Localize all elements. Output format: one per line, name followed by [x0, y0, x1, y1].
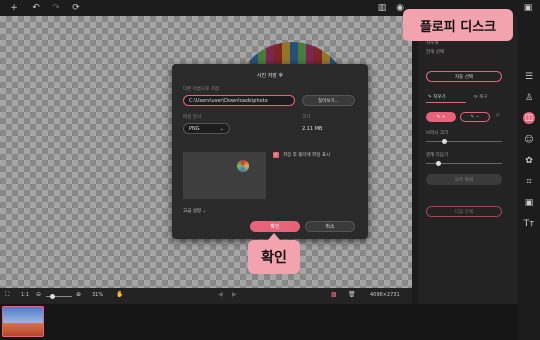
- open-folder-label: 저장 후 폴더에 파일 표시: [283, 153, 331, 158]
- chevron-down-icon: ⌄: [219, 125, 224, 132]
- trash-icon[interactable]: 🗑: [348, 291, 356, 298]
- dimensions: 4096×2731: [370, 292, 400, 298]
- eraser-icon[interactable]: ◇: [496, 113, 499, 118]
- right-bottom-bar: [418, 288, 518, 304]
- tab-erase-label: 지우기: [433, 95, 446, 100]
- image-icon[interactable]: ▩: [331, 291, 337, 298]
- fit-label[interactable]: 1:1: [21, 292, 29, 298]
- zoom-in-icon[interactable]: ⊕: [76, 291, 81, 298]
- edge-smoothing-knob[interactable]: [436, 161, 441, 166]
- eraser-tool-icon[interactable]: ◫: [523, 112, 535, 124]
- zoom-knob[interactable]: [50, 294, 55, 299]
- save-icon[interactable]: ▣: [520, 0, 536, 16]
- crop-icon[interactable]: ⌗: [523, 176, 535, 188]
- panel-line-2: 한개 선택: [426, 50, 444, 55]
- brush-size-label: 브러시 크기: [426, 131, 449, 136]
- text-icon[interactable]: Tт: [523, 218, 535, 230]
- edge-smoothing-label: 경계 다듬기: [426, 153, 449, 158]
- edge-smoothing-slider[interactable]: [426, 161, 502, 166]
- tab-restore[interactable]: ⟳ 복구: [474, 94, 487, 100]
- chevron-down-icon: ⌄: [202, 209, 207, 214]
- open-folder-checkbox[interactable]: ✓: [273, 152, 279, 158]
- balloon-thumbnail: [237, 160, 249, 172]
- refresh-icon[interactable]: ⟳: [68, 0, 84, 16]
- preview-thumbnail: [183, 152, 266, 199]
- save-dialog: 사진 저장 후 다른 이름으로 저장 C:\Users\user\Downloa…: [172, 64, 368, 239]
- size-label: 크기: [302, 115, 311, 120]
- zoom-slider[interactable]: [46, 294, 72, 299]
- bottom-toolbar: ⛶ 1:1 ⊖ ⊕ 31% ✋ ◀ ▶ ▩ 🗑 4096×2731: [0, 288, 412, 304]
- layers-icon[interactable]: ▣: [523, 197, 535, 209]
- callout-floppy-disk: 플로피 디스크: [403, 9, 513, 41]
- auto-select-button[interactable]: 자동 선택: [426, 71, 502, 82]
- add-icon[interactable]: +: [6, 0, 22, 16]
- path-input[interactable]: C:\Users\user\Downloads\photo: [183, 95, 295, 106]
- photo-thumbnail[interactable]: [2, 306, 44, 337]
- active-tab-underline: [426, 102, 466, 103]
- right-panel: 지우개 한개 선택 자동 선택 ✎ 지우기 ⟳ 복구 ✎ + ✎ − ◇ 브러시…: [418, 16, 518, 288]
- prev-icon[interactable]: ◀: [218, 291, 223, 298]
- size-value: 2.11 MB: [302, 126, 323, 132]
- path-label: 다른 이름으로 저장: [183, 87, 219, 92]
- tab-erase[interactable]: ✎ 지우기: [428, 94, 446, 100]
- undo-icon[interactable]: ↶: [28, 0, 44, 16]
- ok-button[interactable]: 확인: [250, 221, 300, 232]
- advanced-label: 고급 설정: [183, 209, 201, 214]
- dialog-title: 사진 저장 후: [256, 73, 284, 79]
- advanced-settings-toggle[interactable]: 고급 설정 ⌄: [183, 208, 206, 214]
- format-value: PNG: [189, 125, 200, 132]
- brush-add-button[interactable]: ✎ +: [426, 112, 456, 122]
- cancel-button[interactable]: 취소: [305, 221, 355, 232]
- tool-rail: ☰ ♙ ◫ ☺ ✿ ⌗ ▣ Tт: [518, 16, 540, 340]
- redo-icon[interactable]: ↷: [48, 0, 64, 16]
- browse-button[interactable]: 찾아보기...: [302, 95, 355, 106]
- stamp-icon[interactable]: ♙: [523, 92, 535, 104]
- compare-icon[interactable]: ▥: [374, 0, 390, 16]
- brush-size-knob[interactable]: [442, 139, 447, 144]
- zoom-out-icon[interactable]: ⊖: [36, 291, 41, 298]
- restore-all-button[interactable]: 모두 복원: [426, 174, 502, 185]
- hand-icon[interactable]: ✋: [116, 291, 123, 298]
- face-icon[interactable]: ☺: [523, 134, 535, 146]
- callout-ok: 확인: [248, 233, 300, 274]
- tab-restore-label: 복구: [479, 95, 488, 100]
- filmstrip: [0, 304, 518, 340]
- next-icon[interactable]: ▶: [232, 291, 237, 298]
- fullscreen-icon[interactable]: ⛶: [5, 291, 9, 299]
- adjust-icon[interactable]: ☰: [523, 71, 535, 83]
- brush-size-slider[interactable]: [426, 139, 502, 144]
- next-step-button[interactable]: 다음 단계: [426, 206, 502, 217]
- format-label: 파일 형식: [183, 115, 201, 120]
- zoom-value: 31%: [92, 292, 104, 298]
- format-select[interactable]: PNG ⌄: [183, 123, 230, 134]
- brush-minus-button[interactable]: ✎ −: [460, 112, 490, 122]
- color-icon[interactable]: ✿: [523, 155, 535, 167]
